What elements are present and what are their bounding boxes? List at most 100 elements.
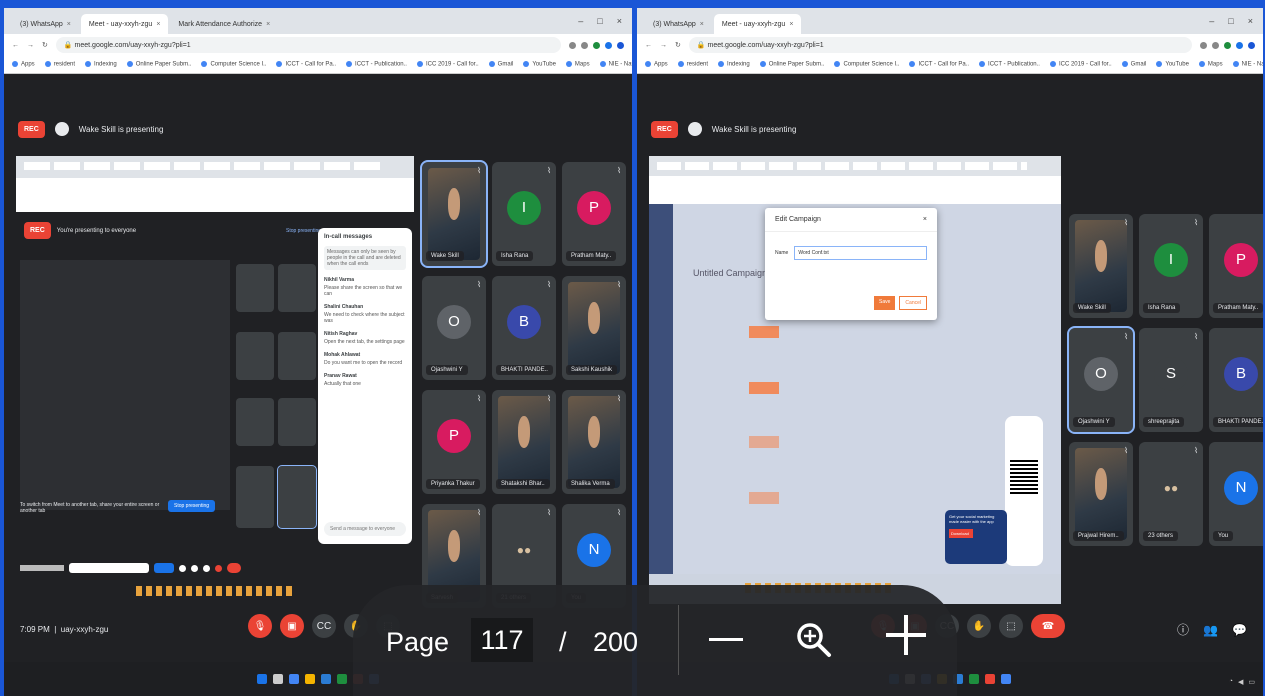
bookmark-item[interactable]: Gmail (1122, 61, 1147, 68)
raise-hand-button[interactable]: ✋ (967, 614, 991, 638)
tab-meet[interactable]: Meet - uay-xxyh-zgu × (80, 14, 169, 34)
page-number-input[interactable]: 117 (471, 618, 533, 662)
bookmark-item[interactable]: Indexing (85, 61, 117, 68)
battery-icon[interactable]: ▭ (1248, 678, 1255, 686)
bookmark-item[interactable]: Gmail (489, 61, 514, 68)
bookmark-item[interactable]: Online Paper Subm.. (760, 61, 825, 68)
minimize-icon[interactable]: – (1209, 16, 1214, 26)
participant-tile[interactable]: B⌇BHAKTI PANDE.. (1209, 328, 1263, 432)
extension-icon[interactable] (1212, 41, 1219, 49)
bookmark-item[interactable]: ICCT - Publication.. (346, 61, 407, 68)
promo-button[interactable]: Download (949, 529, 973, 538)
bookmark-item[interactable]: ICCT - Call for Pa.. (276, 61, 336, 68)
close-icon[interactable]: × (789, 21, 793, 28)
tab-meet[interactable]: Meet - uay-xxyh-zgu × (713, 14, 802, 34)
participant-tile[interactable]: N⌇You (1209, 442, 1263, 546)
bookmark-item[interactable]: Online Paper Subm.. (127, 61, 192, 68)
participant-tile[interactable]: ⌇ Sakshi Kaushik (562, 276, 626, 380)
back-icon[interactable]: ← (645, 42, 652, 49)
present-button[interactable]: ⬚ (999, 614, 1023, 638)
zoom-out-button[interactable] (709, 638, 743, 641)
bookmark-item[interactable]: resident (678, 61, 708, 68)
captions-button[interactable]: CC (312, 614, 336, 638)
participant-tile[interactable]: I ⌇ Isha Rana (1139, 214, 1203, 318)
save-button[interactable]: Save (874, 296, 896, 310)
search-icon[interactable] (273, 674, 283, 684)
participant-tile[interactable]: P ⌇ Priyanka Thakur (422, 390, 486, 494)
tab-whatsapp[interactable]: (3) WhatsApp × (12, 14, 79, 34)
participant-tile[interactable]: I ⌇ Isha Rana (492, 162, 556, 266)
close-icon[interactable]: × (67, 21, 71, 28)
taskbar-app-icon[interactable] (289, 674, 299, 684)
tab-attendance[interactable]: Mark Attendance Authorize × (170, 14, 278, 34)
profile-avatar[interactable] (1248, 41, 1255, 49)
camera-off-button[interactable]: ▣ (280, 614, 304, 638)
bookmark-item[interactable]: NIE - National Ed.. (600, 61, 632, 68)
bookmark-item[interactable]: ICC 2019 - Call for.. (1050, 61, 1112, 68)
chat-input[interactable]: Send a message to everyone (324, 522, 406, 536)
tab-whatsapp[interactable]: (3) WhatsApp × (645, 14, 712, 34)
bookmark-item[interactable]: NIE - National Ed.. (1233, 61, 1263, 68)
close-icon[interactable]: × (156, 21, 160, 28)
forward-icon[interactable]: → (660, 42, 667, 49)
close-icon[interactable]: × (700, 21, 704, 28)
taskbar-app-icon[interactable] (985, 674, 995, 684)
participant-tile[interactable]: ⌇ Wake Skill (1069, 214, 1133, 318)
bookmark-item[interactable]: resident (45, 61, 75, 68)
participant-tile[interactable]: P⌇Pratham Maty.. (562, 162, 626, 266)
taskbar-app-icon[interactable] (337, 674, 347, 684)
bookmark-item[interactable]: Maps (566, 61, 590, 68)
maximize-icon[interactable]: □ (1228, 16, 1233, 26)
chat-icon[interactable]: 💬 (1232, 623, 1247, 637)
people-icon[interactable]: 👥 (1203, 623, 1218, 637)
extension-icon[interactable] (1236, 41, 1243, 49)
bookmark-item[interactable]: Apps (12, 61, 35, 68)
zoom-in-button[interactable] (886, 615, 926, 655)
taskbar-app-icon[interactable] (305, 674, 315, 684)
close-icon[interactable]: × (923, 216, 927, 223)
participant-tile[interactable]: P⌇Pratham Maty.. (1209, 214, 1263, 318)
volume-icon[interactable]: ◀ (1238, 678, 1243, 686)
info-icon[interactable]: ⓘ (1177, 621, 1189, 638)
participant-tile[interactable]: ⌇ Wake Skill (420, 160, 488, 268)
bookmark-item[interactable]: Apps (645, 61, 668, 68)
extension-icon[interactable] (1224, 41, 1231, 49)
cancel-button[interactable]: Cancel (899, 296, 927, 310)
extension-icon[interactable] (593, 41, 600, 49)
participant-tile[interactable]: ⌇ Prajwal Hirem.. (1069, 442, 1133, 546)
mic-off-button[interactable]: 🎙 (248, 614, 272, 638)
name-input[interactable]: Word Conf.txt (794, 246, 927, 260)
bookmark-item[interactable]: ICCT - Call for Pa.. (909, 61, 969, 68)
participant-tile[interactable]: O ⌇ Ojashwini Y (422, 276, 486, 380)
windows-start-icon[interactable] (257, 674, 267, 684)
close-window-icon[interactable]: × (617, 16, 622, 26)
minimize-icon[interactable]: – (578, 16, 583, 26)
bookmark-item[interactable]: YouTube (523, 61, 556, 68)
inner-stop-link[interactable]: Stop presenting (286, 228, 321, 234)
bookmark-item[interactable]: YouTube (1156, 61, 1189, 68)
extension-icon[interactable] (581, 41, 588, 49)
wifi-icon[interactable]: ◔ (1229, 678, 1233, 686)
zoom-fit-icon[interactable] (794, 620, 834, 660)
participant-tile[interactable]: ⌇ Shatakshi Bhar.. (492, 390, 556, 494)
url-field[interactable]: 🔒 meet.google.com/uay-xxyh-zgu?pli=1 (688, 37, 1192, 53)
inner-stop-button[interactable]: Stop presenting (168, 500, 216, 512)
extension-icon[interactable] (605, 41, 612, 49)
participant-tile[interactable]: O ⌇ Ojashwini Y (1067, 326, 1135, 434)
bookmark-item[interactable]: Computer Science I.. (834, 61, 899, 68)
bookmark-item[interactable]: ICCT - Publication.. (979, 61, 1040, 68)
profile-avatar[interactable] (617, 41, 624, 49)
participant-tile[interactable]: ●● ⌇ 23 others (1139, 442, 1203, 546)
url-field[interactable]: 🔒 meet.google.com/uay-xxyh-zgu?pli=1 (55, 37, 561, 53)
extension-icon[interactable] (1200, 41, 1207, 49)
maximize-icon[interactable]: □ (597, 16, 602, 26)
close-window-icon[interactable]: × (1248, 16, 1253, 26)
taskbar-app-icon[interactable] (321, 674, 331, 684)
close-icon[interactable]: × (266, 21, 270, 28)
forward-icon[interactable]: → (27, 42, 34, 49)
bookmark-item[interactable]: Indexing (718, 61, 750, 68)
extension-icon[interactable] (569, 41, 576, 49)
back-icon[interactable]: ← (12, 42, 19, 49)
taskbar-app-icon[interactable] (969, 674, 979, 684)
bookmark-item[interactable]: ICC 2019 - Call for.. (417, 61, 479, 68)
